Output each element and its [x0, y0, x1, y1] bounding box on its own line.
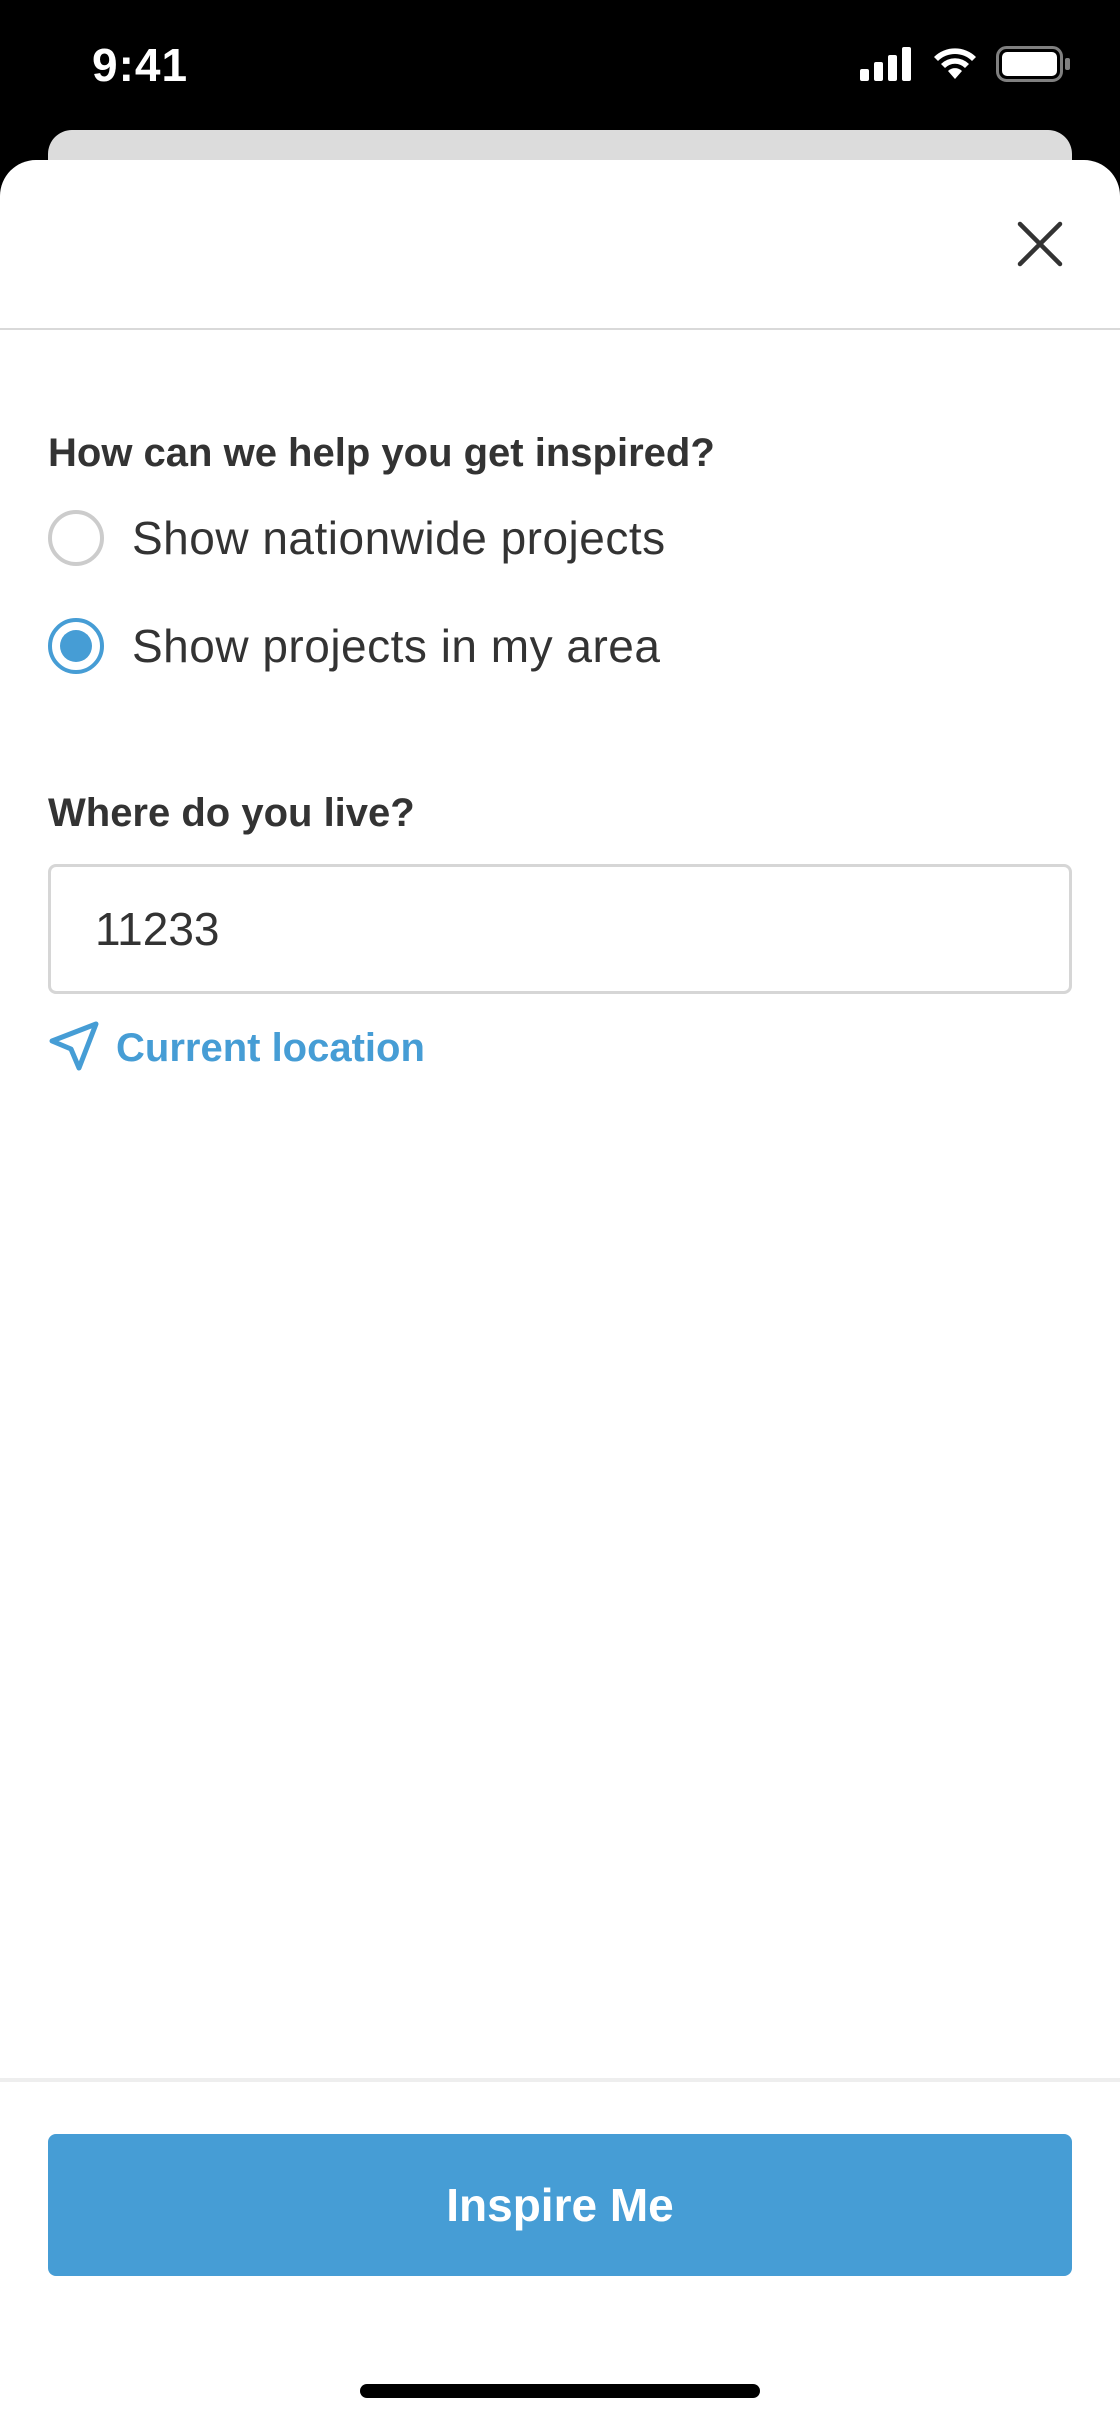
- current-location-link[interactable]: Current location: [48, 1020, 425, 1077]
- radio-option-nationwide[interactable]: Show nationwide projects: [48, 506, 1072, 570]
- radio-button-nationwide[interactable]: [48, 510, 104, 566]
- wifi-icon: [932, 47, 978, 86]
- inspire-me-button[interactable]: Inspire Me: [48, 2134, 1072, 2276]
- footer-divider: [0, 2078, 1120, 2082]
- radio-label-my-area: Show projects in my area: [132, 620, 661, 672]
- close-icon: [1016, 220, 1064, 273]
- cellular-signal-icon: [860, 47, 914, 86]
- inspiration-sheet: How can we help you get inspired? Show n…: [0, 160, 1120, 2424]
- location-question: Where do you live?: [48, 791, 415, 835]
- radio-label-nationwide: Show nationwide projects: [132, 512, 666, 564]
- status-icons: [860, 46, 1072, 87]
- inspiration-question: How can we help you get inspired?: [48, 431, 715, 475]
- home-indicator: [360, 2384, 760, 2398]
- zip-code-input[interactable]: [48, 864, 1072, 994]
- close-button[interactable]: [992, 198, 1088, 294]
- current-location-label: Current location: [116, 1026, 425, 1070]
- radio-option-my-area[interactable]: Show projects in my area: [48, 614, 1072, 678]
- battery-icon: [996, 46, 1072, 87]
- status-time: 9:41: [92, 39, 189, 91]
- sheet-header: [0, 160, 1120, 330]
- location-arrow-icon: [48, 1020, 100, 1077]
- radio-button-my-area[interactable]: [48, 618, 104, 674]
- status-bar: 9:41: [0, 0, 1120, 130]
- sheet-content: How can we help you get inspired? Show n…: [48, 428, 1072, 1077]
